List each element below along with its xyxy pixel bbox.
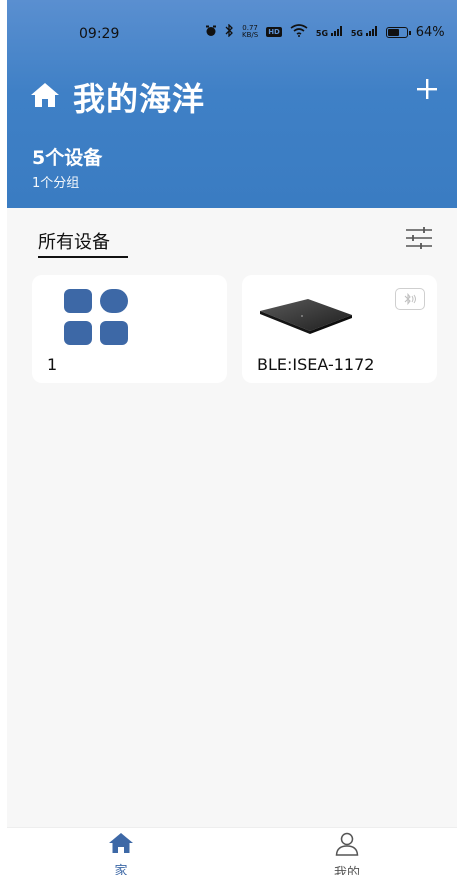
bottom-nav: 家 我的: [7, 827, 457, 875]
net-speed-unit: KB/S: [242, 31, 259, 39]
home-icon: [29, 81, 61, 113]
wifi-icon: [290, 24, 308, 40]
nav-mine[interactable]: 我的: [317, 832, 377, 875]
grid-tile: [100, 289, 128, 313]
nav-mine-label: 我的: [333, 866, 360, 875]
nav-home[interactable]: 家: [91, 832, 151, 875]
filter-button[interactable]: [405, 226, 433, 250]
battery-icon: [385, 26, 411, 38]
device-card-ble[interactable]: BLE:ISEA-1172: [242, 275, 437, 383]
device-count: 5个设备: [32, 147, 103, 169]
grid-tile: [100, 321, 128, 345]
add-device-button[interactable]: [415, 72, 439, 108]
device-card-group[interactable]: 1: [32, 275, 227, 383]
tab-all-devices[interactable]: 所有设备: [38, 228, 110, 254]
title-row: 我的海洋: [29, 74, 205, 120]
bluetooth-status-icon: [225, 23, 234, 40]
bluetooth-icon: [395, 288, 425, 310]
battery-percent: 64%: [415, 24, 445, 40]
status-time: 09:29: [79, 26, 120, 42]
grid-tile: [64, 321, 92, 345]
plus-icon: [417, 79, 437, 99]
grid-tile: [64, 289, 92, 313]
cell-signal-1: 5G: [316, 26, 343, 38]
signal1-label: 5G: [315, 29, 329, 38]
alarm-icon: [205, 25, 217, 40]
status-bar: 09:29 0.77 KB/S HD 5G 5G 64%: [7, 0, 457, 56]
grid-group-icon: [64, 289, 130, 345]
user-icon: [335, 832, 359, 856]
device-pad-image: [256, 297, 356, 341]
status-icons: 0.77 KB/S HD 5G 5G 64%: [205, 23, 445, 40]
group-count: 1个分组: [32, 176, 80, 191]
tab-underline: [38, 256, 128, 258]
device-label: BLE:ISEA-1172: [257, 355, 375, 374]
header: 09:29 0.77 KB/S HD 5G 5G 64% 我的海洋 5个设备 1…: [7, 0, 457, 208]
sliders-icon: [406, 227, 432, 249]
hd-badge: HD: [266, 27, 282, 37]
page-title: 我的海洋: [73, 80, 206, 118]
nav-home-label: 家: [114, 864, 128, 875]
network-speed: 0.77 KB/S: [242, 25, 258, 39]
home-icon: [109, 833, 133, 853]
battery-fill: [387, 28, 399, 36]
cell-signal-2: 5G: [351, 26, 378, 38]
signal2-label: 5G: [350, 29, 363, 38]
device-label: 1: [47, 355, 58, 374]
